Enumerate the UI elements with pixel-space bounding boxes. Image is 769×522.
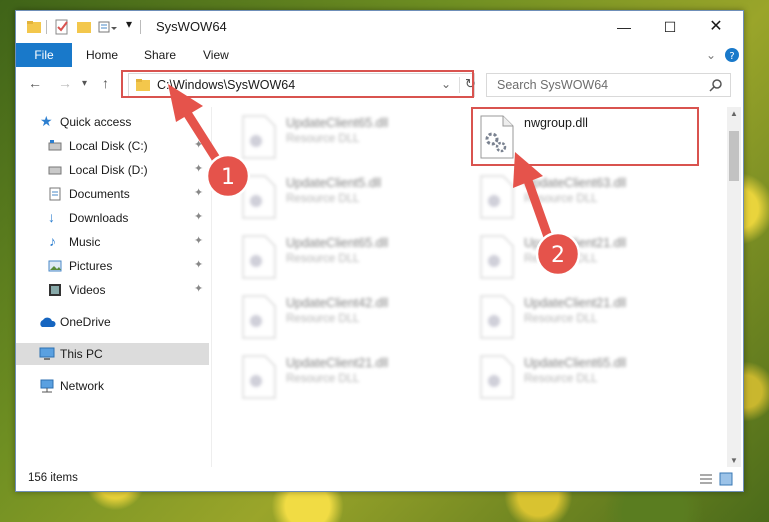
up-icon[interactable]: ↑	[102, 75, 109, 91]
pin-icon[interactable]: ✦	[194, 186, 203, 199]
videos-icon	[49, 284, 61, 296]
ribbon-tabs: File Home Share View ⌄ ?	[16, 43, 743, 67]
tab-share[interactable]: Share	[144, 43, 176, 67]
star-icon: ★	[40, 113, 53, 129]
network-icon	[40, 379, 54, 393]
scrollbar-thumb[interactable]	[729, 131, 739, 181]
dll-file-icon	[480, 295, 514, 339]
file-item[interactable]: UpdateClient21.dll Resource DLL	[472, 231, 702, 285]
chevron-down-icon[interactable]: ▾	[126, 17, 132, 33]
dll-file-icon	[242, 295, 276, 339]
file-item[interactable]: UpdateClient5.dll Resource DLL	[234, 171, 464, 225]
search-input[interactable]: Search SysWOW64	[497, 78, 608, 92]
sidebar-item-onedrive[interactable]: OneDrive	[16, 311, 209, 333]
dll-file-icon	[242, 115, 276, 159]
scroll-down-icon[interactable]: ▼	[730, 456, 738, 465]
sidebar-item-videos[interactable]: Videos ✦	[16, 279, 209, 301]
folder-icon	[27, 21, 41, 33]
documents-icon	[49, 187, 61, 201]
file-item[interactable]: UpdateClient65.dll Resource DLL	[472, 351, 702, 405]
window-title: SysWOW64	[156, 19, 227, 34]
dll-file-icon	[242, 175, 276, 219]
pin-icon[interactable]: ✦	[194, 138, 203, 151]
dll-file-icon	[242, 235, 276, 279]
sidebar-item-downloads[interactable]: ↓ Downloads ✦	[16, 207, 209, 229]
dll-file-icon	[480, 355, 514, 399]
dll-file-icon	[242, 355, 276, 399]
expand-ribbon-icon[interactable]: ⌄	[706, 48, 716, 62]
properties-icon[interactable]	[54, 19, 70, 35]
new-folder-icon[interactable]	[76, 19, 92, 35]
maximize-button[interactable]: ☐	[647, 11, 693, 43]
sidebar-item-music[interactable]: ♪ Music ✦	[16, 231, 209, 253]
svg-text:?: ?	[729, 51, 734, 62]
drive-icon	[48, 140, 62, 151]
file-item[interactable]: UpdateClient42.dll Resource DLL	[234, 291, 464, 345]
sidebar-item-this-pc[interactable]: This PC	[16, 343, 209, 365]
large-icons-view-icon[interactable]	[719, 472, 733, 486]
sidebar-item-pictures[interactable]: Pictures ✦	[16, 255, 209, 277]
file-item[interactable]: UpdateClient63.dll Resource DLL	[472, 171, 702, 225]
search-box[interactable]: Search SysWOW64	[486, 73, 731, 97]
download-icon: ↓	[48, 209, 55, 225]
pin-icon[interactable]: ✦	[194, 258, 203, 271]
close-button[interactable]: ✕	[693, 11, 739, 43]
details-view-icon[interactable]	[699, 472, 713, 486]
pin-icon[interactable]: ✦	[194, 210, 203, 223]
drive-icon	[48, 166, 62, 175]
navigation-pane: ★ Quick access Local Disk (C:) ✦ Local D…	[16, 107, 209, 467]
file-item[interactable]: UpdateClient21.dll Resource DLL	[472, 291, 702, 345]
dll-file-icon	[480, 235, 514, 279]
file-item[interactable]: UpdateClient21.dll Resource DLL	[234, 351, 464, 405]
tab-home[interactable]: Home	[86, 43, 118, 67]
file-highlight	[471, 107, 699, 166]
customize-icon[interactable]	[98, 19, 118, 35]
address-bar-highlight	[121, 70, 474, 98]
file-item[interactable]: UpdateClient65.dll Resource DLL	[234, 111, 464, 165]
item-count: 156 items	[28, 472, 78, 484]
pin-icon[interactable]: ✦	[194, 282, 203, 295]
music-icon: ♪	[49, 233, 56, 249]
recent-locations-icon[interactable]: ▾	[82, 78, 87, 89]
scroll-up-icon[interactable]: ▲	[730, 109, 738, 118]
search-icon[interactable]	[709, 78, 723, 92]
sidebar-item-network[interactable]: Network	[16, 375, 209, 397]
help-icon[interactable]: ?	[724, 47, 740, 63]
sidebar-item-local-disk-d[interactable]: Local Disk (D:) ✦	[16, 159, 209, 181]
pictures-icon	[48, 260, 62, 272]
sidebar-item-quick-access[interactable]: ★ Quick access	[16, 111, 209, 133]
file-item[interactable]: UpdateClient65.dll Resource DLL	[234, 231, 464, 285]
tab-view[interactable]: View	[203, 43, 229, 67]
computer-icon	[39, 347, 55, 360]
sidebar-item-local-disk-c[interactable]: Local Disk (C:) ✦	[16, 135, 209, 157]
cloud-icon	[40, 317, 56, 327]
pin-icon[interactable]: ✦	[194, 234, 203, 247]
sidebar-item-documents[interactable]: Documents ✦	[16, 183, 209, 205]
forward-icon[interactable]: →	[58, 75, 72, 91]
title-bar: ▾ SysWOW64 — ☐ ✕	[16, 11, 743, 43]
tab-file[interactable]: File	[16, 43, 72, 67]
minimize-button[interactable]: —	[601, 11, 647, 43]
status-bar: 156 items	[16, 467, 743, 491]
pin-icon[interactable]: ✦	[194, 162, 203, 175]
back-icon[interactable]: ←	[28, 75, 42, 91]
vertical-scrollbar[interactable]: ▲ ▼	[727, 107, 741, 467]
dll-file-icon	[480, 175, 514, 219]
